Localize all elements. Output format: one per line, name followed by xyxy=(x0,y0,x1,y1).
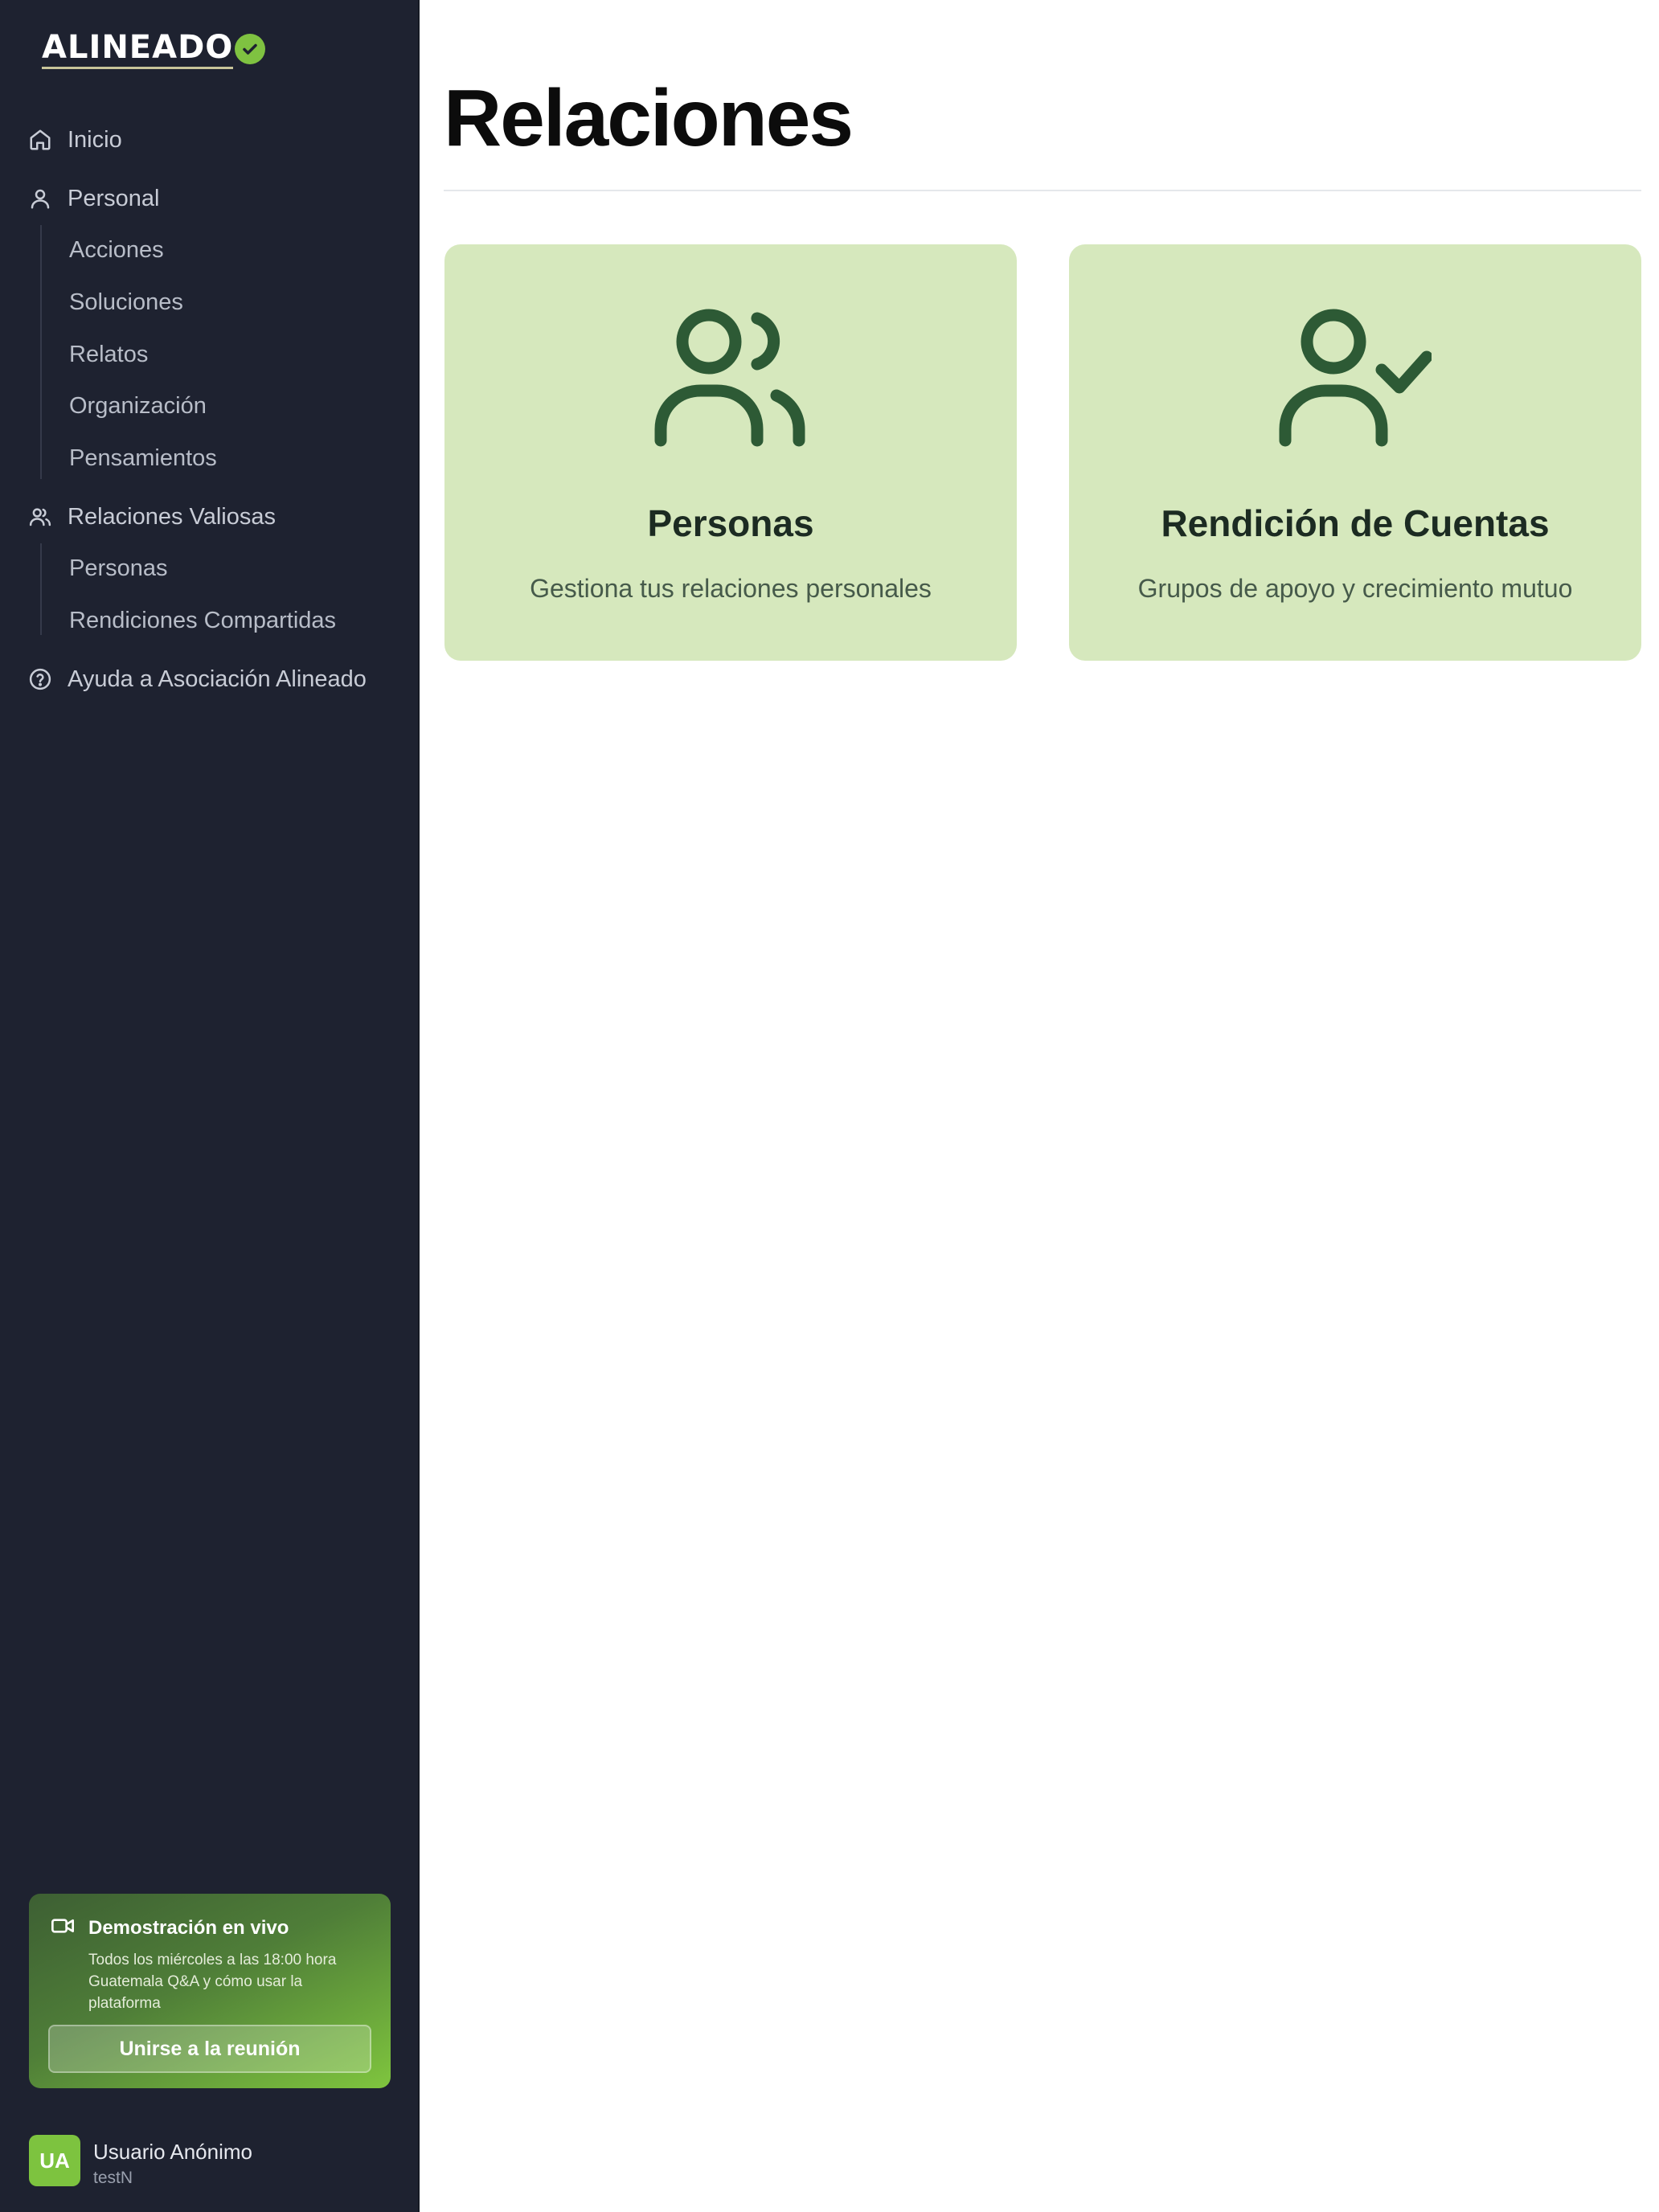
help-circle-icon xyxy=(27,666,53,692)
nav-label: Personal xyxy=(68,185,160,211)
nav-relaciones-valiosas[interactable]: Relaciones Valiosas xyxy=(27,499,276,535)
page-title: Relaciones xyxy=(444,73,854,163)
subnav-line xyxy=(40,225,42,479)
logo-text: ALINEADO xyxy=(42,30,234,69)
user-check-icon xyxy=(1069,307,1641,449)
users-icon xyxy=(444,307,1017,449)
join-meeting-button[interactable]: Unirse a la reunión xyxy=(48,2025,371,2073)
card-title: Personas xyxy=(647,502,814,544)
demo-text: Todos los miércoles a las 18:00 hora Gua… xyxy=(88,1952,337,2012)
divider xyxy=(444,190,1641,191)
nav-inicio[interactable]: Inicio xyxy=(27,122,122,158)
subnav-line xyxy=(40,543,42,635)
avatar[interactable]: UA xyxy=(29,2135,80,2186)
user-name: Usuario Anónimo xyxy=(93,2140,252,2164)
home-icon xyxy=(27,127,53,153)
sidebar: ALINEADO Inicio Personal Acciones Soluci… xyxy=(0,0,420,2212)
check-circle-icon xyxy=(235,34,266,64)
card-desc: Grupos de apoyo y crecimiento mutuo xyxy=(1137,574,1573,603)
video-icon xyxy=(50,1913,76,1943)
user-sub: testN xyxy=(93,2169,133,2187)
nav-label: Inicio xyxy=(68,126,122,153)
logo[interactable]: ALINEADO xyxy=(42,29,266,69)
demo-title: Demostración en vivo xyxy=(88,1916,289,1939)
nav-label: Ayuda a Asociación Alineado xyxy=(68,666,367,692)
nav-label: Relaciones Valiosas xyxy=(68,503,276,530)
nav-soluciones[interactable]: Soluciones xyxy=(69,285,183,320)
nav-rendiciones-compartidas[interactable]: Rendiciones Compartidas xyxy=(69,603,336,638)
card-desc: Gestiona tus relaciones personales xyxy=(530,574,932,603)
card-rendicion-de-cuentas[interactable]: Rendición de Cuentas Grupos de apoyo y c… xyxy=(1069,244,1641,661)
nav-relatos[interactable]: Relatos xyxy=(69,337,148,372)
nav-organizacion[interactable]: Organización xyxy=(69,388,207,424)
live-demo-card: Demostración en vivo Todos los miércoles… xyxy=(29,1894,391,2088)
nav-pensamientos[interactable]: Pensamientos xyxy=(69,440,217,476)
nav-ayuda[interactable]: Ayuda a Asociación Alineado xyxy=(27,662,367,697)
nav-personal[interactable]: Personal xyxy=(27,181,159,216)
users-icon xyxy=(27,504,53,530)
card-title: Rendición de Cuentas xyxy=(1161,502,1550,544)
nav-personas[interactable]: Personas xyxy=(69,551,168,586)
user-icon xyxy=(27,186,53,211)
card-personas[interactable]: Personas Gestiona tus relaciones persona… xyxy=(444,244,1017,661)
nav-acciones[interactable]: Acciones xyxy=(69,232,164,268)
